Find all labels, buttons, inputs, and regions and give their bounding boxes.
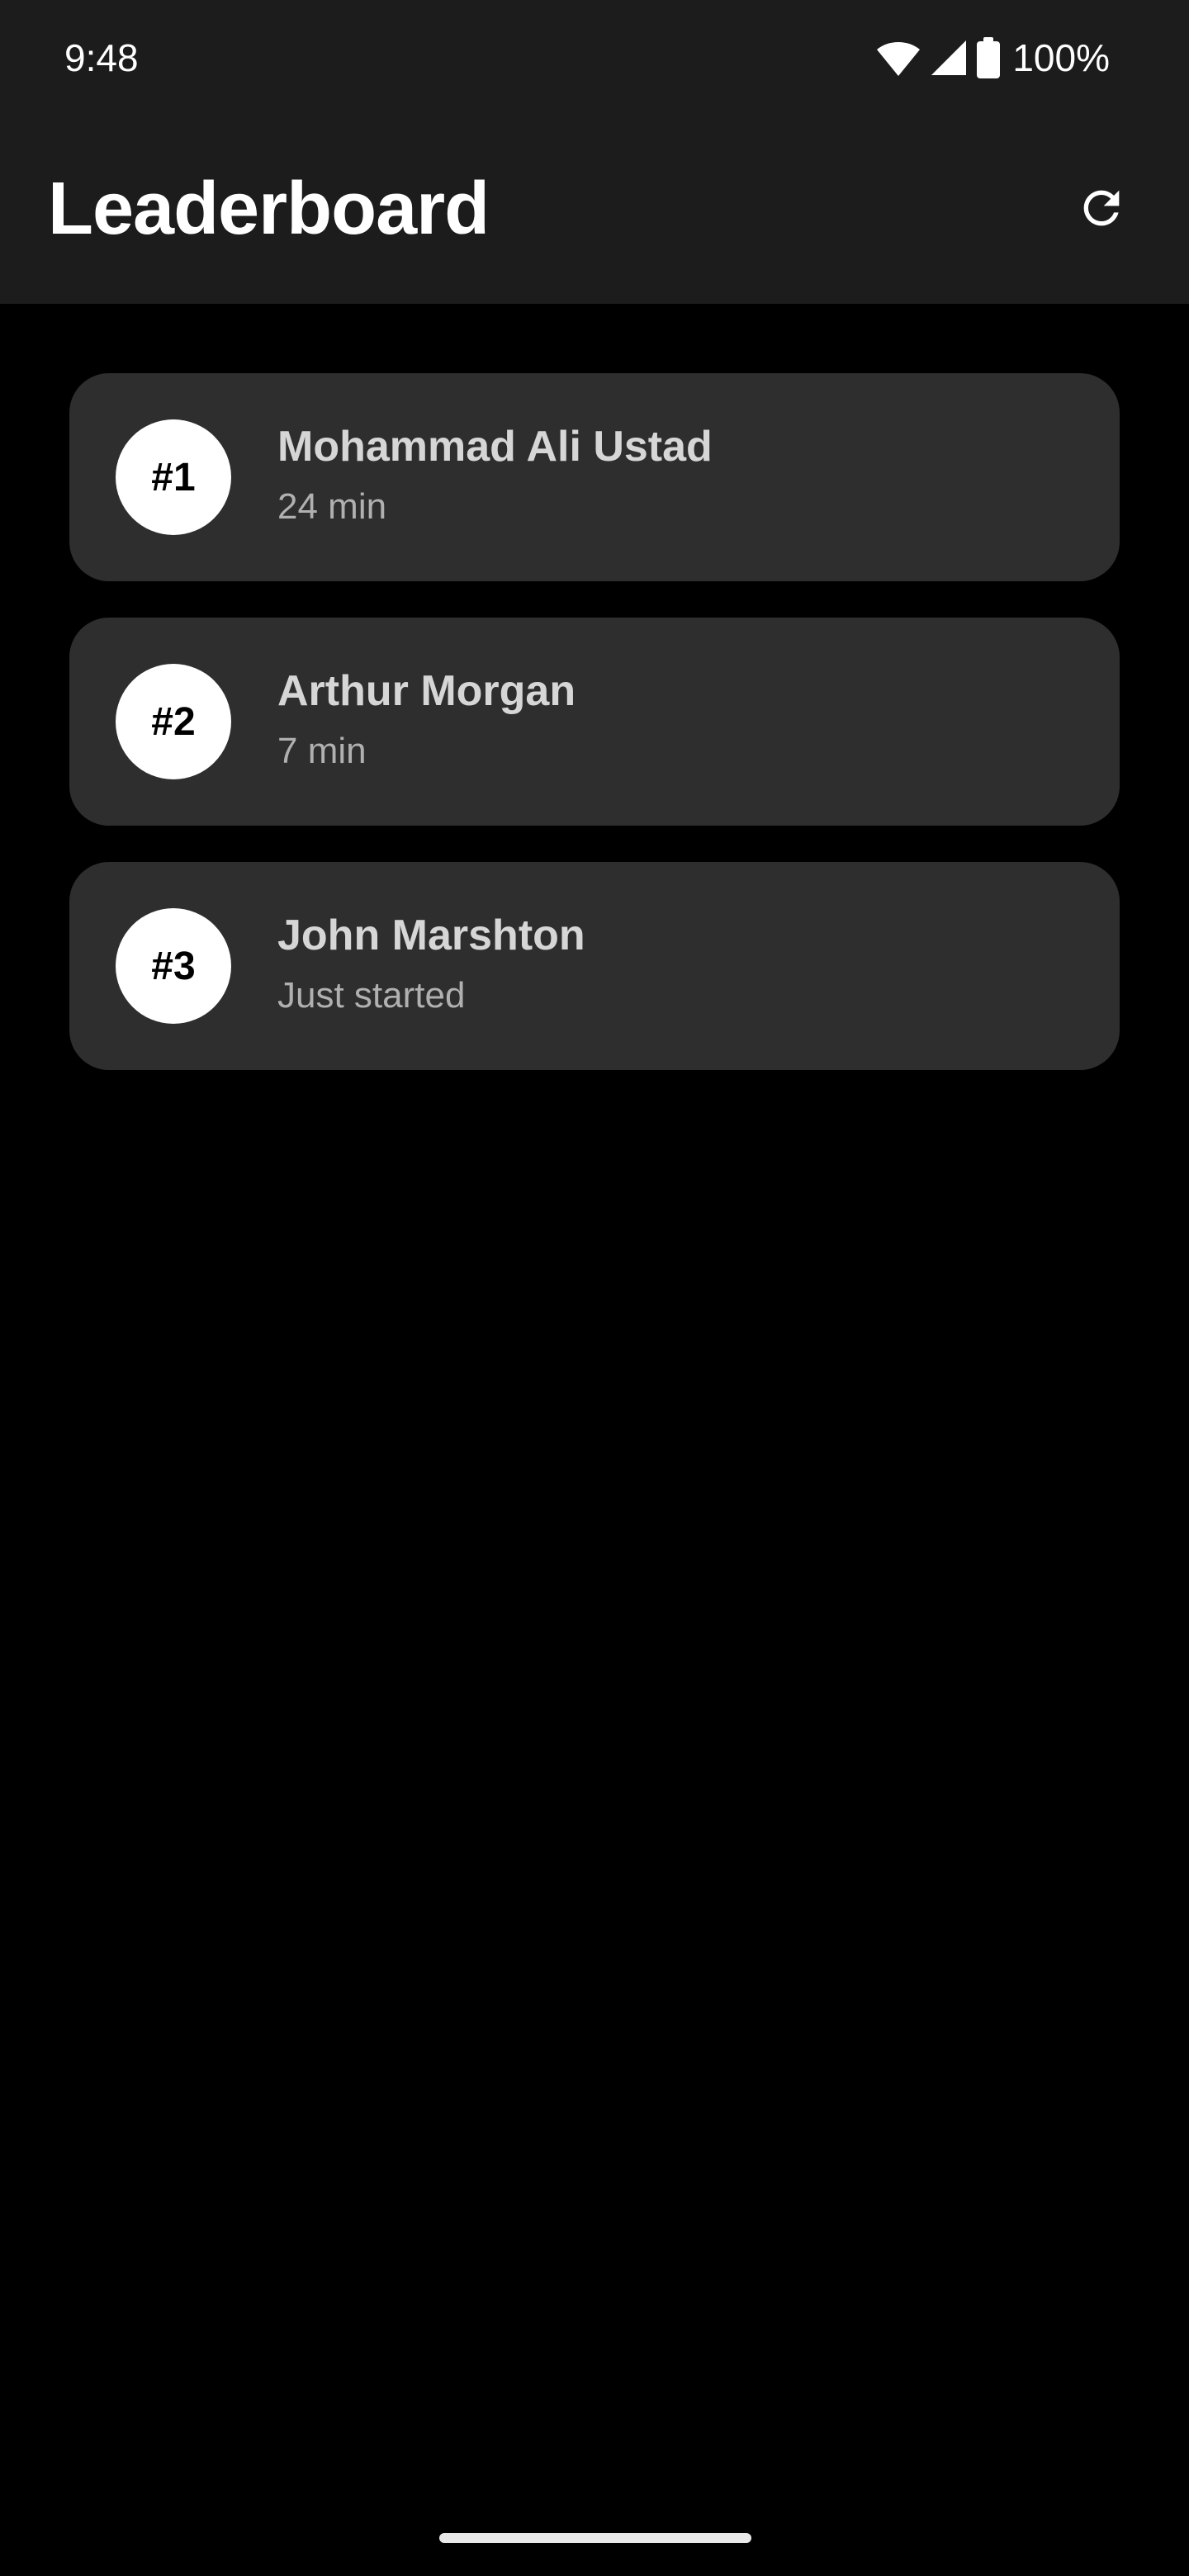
page-title: Leaderboard <box>48 168 490 250</box>
battery-icon <box>976 37 1001 78</box>
player-time: 24 min <box>277 486 387 527</box>
status-time: 9:48 <box>64 36 139 79</box>
entry-text: Arthur Morgan 7 min <box>277 664 576 776</box>
wifi-icon <box>875 38 921 78</box>
leaderboard-entry[interactable]: #2 Arthur Morgan 7 min <box>69 618 1120 826</box>
home-indicator[interactable] <box>439 2533 751 2543</box>
player-time: 7 min <box>277 731 367 771</box>
refresh-button[interactable] <box>1065 173 1138 246</box>
rank-badge: #2 <box>116 664 231 779</box>
app-bar: Leaderboard <box>0 116 1189 304</box>
battery-percentage: 100% <box>1012 36 1110 79</box>
refresh-icon <box>1075 182 1128 239</box>
player-time: Just started <box>277 975 466 1016</box>
leaderboard-entry[interactable]: #1 Mohammad Ali Ustad 24 min <box>69 373 1120 581</box>
rank-badge: #3 <box>116 908 231 1024</box>
cell-signal-icon <box>930 39 968 77</box>
player-name: John Marshton <box>277 912 585 959</box>
status-icons: 100% <box>875 33 1110 83</box>
rank-badge: #1 <box>116 419 231 535</box>
player-name: Mohammad Ali Ustad <box>277 423 713 471</box>
leaderboard-entry[interactable]: #3 John Marshton Just started <box>69 862 1120 1070</box>
entry-text: John Marshton Just started <box>277 908 585 1020</box>
leaderboard-list: #1 Mohammad Ali Ustad 24 min #2 Arthur M… <box>69 373 1120 1106</box>
status-bar: 9:48 100% <box>0 0 1189 116</box>
entry-text: Mohammad Ali Ustad 24 min <box>277 419 713 532</box>
player-name: Arthur Morgan <box>277 667 576 715</box>
